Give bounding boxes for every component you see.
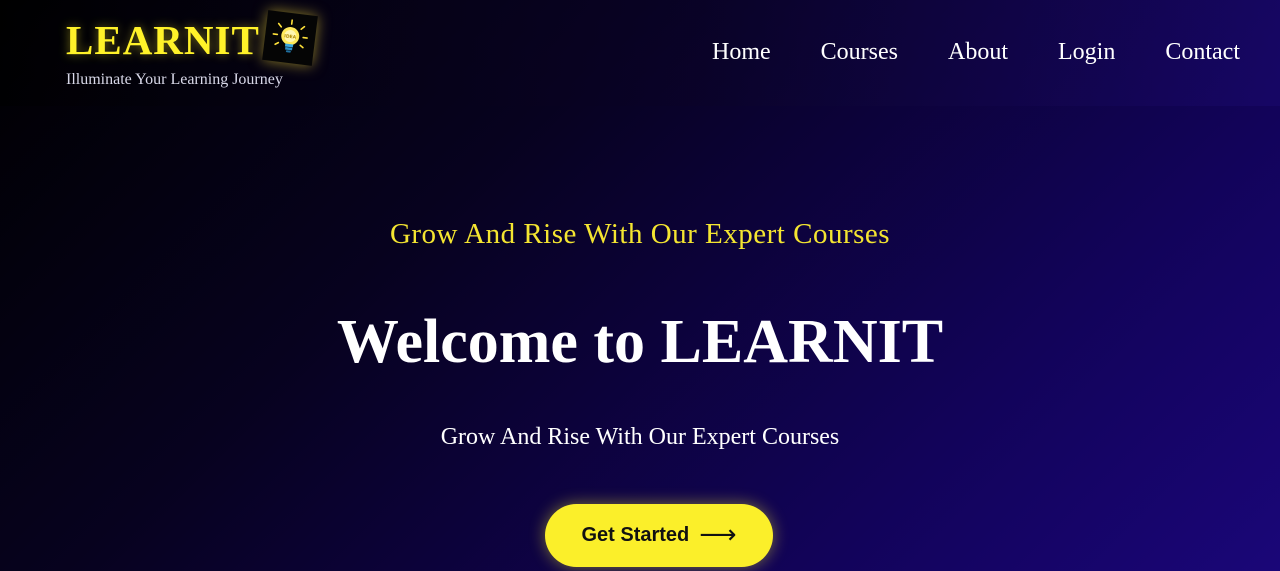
nav-contact[interactable]: Contact	[1165, 34, 1240, 70]
nav-about[interactable]: About	[948, 34, 1008, 70]
nav-home[interactable]: Home	[712, 34, 771, 70]
hero-subtitle: Grow And Rise With Our Expert Courses	[389, 218, 891, 250]
nav-login[interactable]: Login	[1058, 34, 1115, 70]
brand-tagline: Illuminate Your Learning Journey	[66, 71, 283, 88]
get-started-button[interactable]: Get Started ⟶	[545, 504, 773, 567]
nav-courses[interactable]: Courses	[821, 34, 898, 70]
get-started-label: Get Started	[581, 524, 690, 546]
site-header: LEARNIT IDEA Illuminate Your Learning Jo…	[0, 0, 1280, 106]
main-nav: Home Courses About Login Contact	[712, 34, 1240, 70]
lightbulb-graphic: IDEA	[272, 19, 308, 53]
lightbulb-icon[interactable]: IDEA	[262, 10, 318, 66]
brand[interactable]: LEARNIT IDEA Illuminate Your Learning Jo…	[66, 10, 336, 98]
hero-text: Grow And Rise With Our Expert Courses	[440, 424, 840, 450]
hero-section: Grow And Rise With Our Expert Courses We…	[0, 106, 1280, 571]
hero-title: Welcome to LEARNIT	[336, 308, 944, 376]
arrow-right-icon: ⟶	[699, 519, 737, 550]
brand-name[interactable]: LEARNIT	[66, 17, 260, 63]
